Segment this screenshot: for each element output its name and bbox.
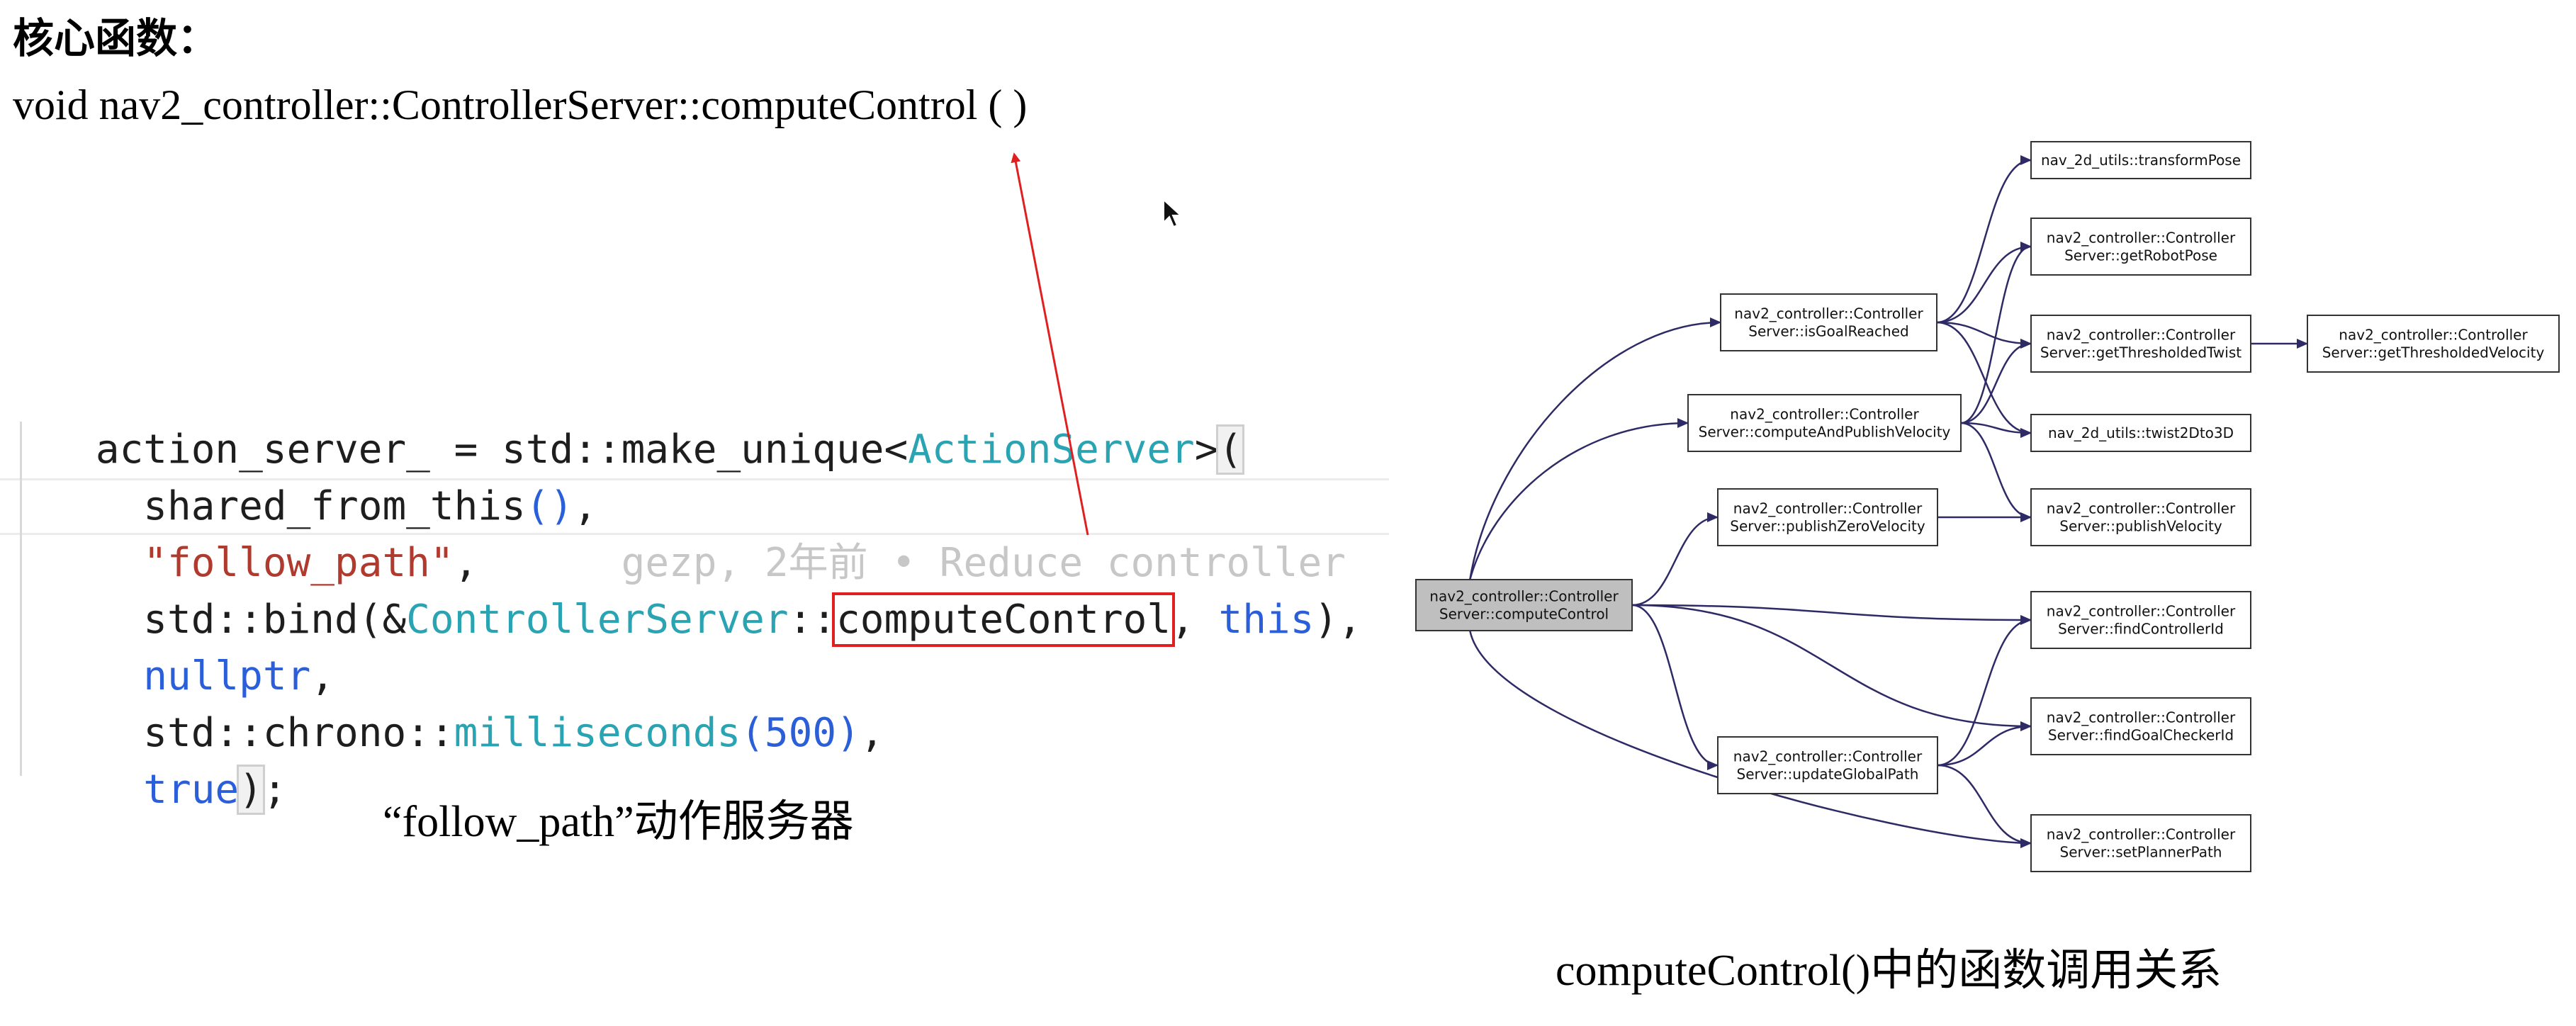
graph-caption: computeControl()中的函数调用关系	[1556, 947, 2222, 995]
node-updateGlobalPath: nav2_controller::ControllerServer::updat…	[1717, 736, 1938, 794]
node-label-root-0: nav2_controller::Controller	[1429, 588, 1619, 605]
graph-nodes: nav2_controller::ControllerServer::compu…	[1415, 141, 2560, 872]
node-findGoalCheckerId: nav2_controller::ControllerServer::findG…	[2030, 697, 2251, 755]
node-label-getThresholdedTwist-1: Server::getThresholdedTwist	[2040, 344, 2242, 361]
node-label-transformPose-0: nav_2d_utils::transformPose	[2041, 152, 2241, 169]
node-label-findControllerId-0: nav2_controller::Controller	[2047, 603, 2236, 620]
node-label-getRobotPose-0: nav2_controller::Controller	[2047, 230, 2236, 247]
node-label-setPlannerPath-1: Server::setPlannerPath	[2060, 844, 2222, 861]
edge-root-to-publishZeroVelocity	[1631, 512, 1719, 607]
node-label-publishVelocity-0: nav2_controller::Controller	[2047, 500, 2236, 517]
heading-label: 核心函数：	[13, 14, 219, 62]
edge-updateGlobalPath-to-setPlannerPath	[1937, 764, 2032, 848]
node-publishVelocity: nav2_controller::ControllerServer::publi…	[2030, 488, 2251, 546]
node-label-publishVelocity-1: Server::publishVelocity	[2059, 518, 2222, 535]
node-getThresholdedTwist: nav2_controller::ControllerServer::getTh…	[2030, 315, 2251, 373]
edge-root-to-isGoalReached	[1469, 317, 1721, 580]
node-label-getRobotPose-1: Server::getRobotPose	[2064, 247, 2217, 264]
bracket-match: )	[237, 765, 265, 815]
edge-root-to-updateGlobalPath	[1631, 604, 1719, 770]
code-line-7: true);	[95, 765, 287, 815]
function-signature: void nav2_controller::ControllerServer::…	[13, 81, 1028, 128]
node-label-isGoalReached-1: Server::isGoalReached	[1748, 323, 1908, 340]
edge-root-to-findGoalCheckerId	[1631, 604, 2032, 731]
node-label-getThresholdedVelocity-1: Server::getThresholdedVelocity	[2322, 344, 2545, 361]
mouse-cursor-icon	[1163, 198, 1183, 228]
node-transformPose: nav_2d_utils::transformPose	[2030, 141, 2251, 179]
code-line-5: nullptr,	[95, 653, 335, 699]
edge-computeAndPublishVelocity-to-getRobotPose	[1960, 242, 2032, 424]
node-label-getThresholdedVelocity-0: nav2_controller::Controller	[2339, 327, 2528, 344]
node-root: nav2_controller::ControllerServer::compu…	[1415, 579, 1633, 631]
node-getThresholdedVelocity: nav2_controller::ControllerServer::getTh…	[2307, 315, 2560, 373]
node-getRobotPose: nav2_controller::ControllerServer::getRo…	[2030, 218, 2251, 276]
node-label-publishZeroVelocity-0: nav2_controller::Controller	[1733, 500, 1923, 517]
node-label-updateGlobalPath-1: Server::updateGlobalPath	[1737, 766, 1919, 783]
edge-isGoalReached-to-transformPose	[1936, 155, 2032, 324]
bracket-match: (	[1216, 424, 1245, 475]
edge-computeAndPublishVelocity-to-getThresholdedTwist	[1960, 339, 2032, 424]
call-graph: nav2_controller::ControllerServer::compu…	[1415, 141, 2560, 872]
node-label-updateGlobalPath-0: nav2_controller::Controller	[1733, 748, 1923, 765]
node-setPlannerPath: nav2_controller::ControllerServer::setPl…	[2030, 814, 2251, 872]
edge-root-to-computeAndPublishVelocity	[1469, 418, 1689, 580]
node-findControllerId: nav2_controller::ControllerServer::findC…	[2030, 591, 2251, 649]
edge-computeAndPublishVelocity-to-publishVelocity	[1960, 422, 2032, 522]
node-computeAndPublishVelocity: nav2_controller::ControllerServer::compu…	[1687, 394, 1962, 452]
node-label-publishZeroVelocity-1: Server::publishZeroVelocity	[1730, 518, 1925, 535]
node-label-findGoalCheckerId-1: Server::findGoalCheckerId	[2048, 727, 2234, 744]
node-label-twist2Dto3D-0: nav_2d_utils::twist2Dto3D	[2048, 424, 2234, 441]
code-line-6: std::chrono::milliseconds(500),	[95, 710, 884, 756]
node-label-setPlannerPath-0: nav2_controller::Controller	[2047, 826, 2236, 843]
node-label-computeAndPublishVelocity-1: Server::computeAndPublishVelocity	[1699, 424, 1951, 441]
code-line-3: "follow_path", gezp, 2年前 • Reduce contro…	[95, 540, 1346, 586]
node-publishZeroVelocity: nav2_controller::ControllerServer::publi…	[1717, 488, 1938, 546]
code-snippet: action_server_ = std::make_unique<Action…	[0, 365, 1389, 815]
edge-updateGlobalPath-to-findControllerId	[1937, 615, 2032, 767]
code-line-2: shared_from_this(),	[95, 483, 597, 529]
code-line-4: std::bind(&ControllerServer::computeCont…	[95, 592, 1362, 647]
edge-root-to-findControllerId	[1631, 604, 2032, 625]
node-label-computeAndPublishVelocity-0: nav2_controller::Controller	[1730, 406, 1919, 423]
node-label-root-1: Server::computeControl	[1439, 606, 1609, 623]
code-line-1: action_server_ = std::make_unique<Action…	[95, 424, 1245, 475]
node-label-getThresholdedTwist-0: nav2_controller::Controller	[2047, 327, 2236, 344]
compute-control-highlight: computeControl	[832, 592, 1176, 647]
node-label-isGoalReached-0: nav2_controller::Controller	[1734, 305, 1923, 322]
node-isGoalReached: nav2_controller::ControllerServer::isGoa…	[1720, 293, 1937, 351]
node-label-findGoalCheckerId-0: nav2_controller::Controller	[2047, 709, 2236, 726]
code-caption: “follow_path”动作服务器	[383, 798, 854, 846]
node-label-findControllerId-1: Server::findControllerId	[2058, 621, 2224, 638]
node-twist2Dto3D: nav_2d_utils::twist2Dto3D	[2030, 414, 2251, 452]
